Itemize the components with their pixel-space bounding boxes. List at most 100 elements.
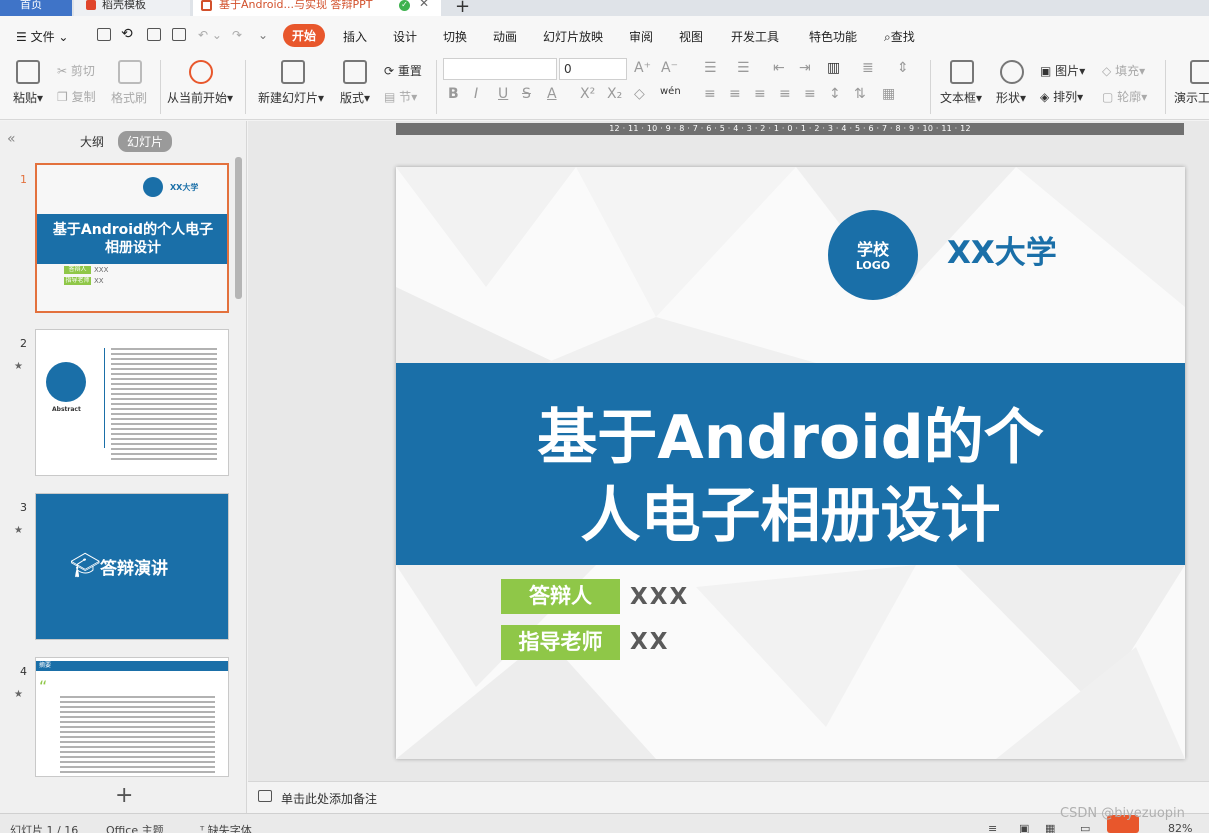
bold-icon[interactable]: B (448, 86, 459, 102)
animation-star-icon: ★ (14, 361, 23, 372)
align-right-icon[interactable]: ≡ (754, 86, 766, 102)
menu-tab-transition[interactable]: 切换 (443, 28, 467, 45)
panel-scrollbar[interactable] (235, 157, 242, 299)
tab-home[interactable]: 首页 (0, 0, 72, 16)
menu-tab-animation[interactable]: 动画 (493, 28, 517, 45)
menu-tab-home[interactable]: 开始 (283, 24, 326, 47)
italic-icon[interactable]: I (474, 86, 478, 102)
text-direction-icon[interactable]: ⇕ (897, 60, 909, 76)
align-left-icon[interactable]: ≡ (704, 86, 716, 102)
slide-thumbnail-2[interactable]: Abstract (35, 329, 229, 476)
text-box-icon (950, 60, 974, 84)
school-logo: 学校 LOGO (828, 210, 918, 300)
normal-view-icon[interactable]: ▣ (1019, 822, 1029, 833)
layout-button[interactable]: 版式▾ (340, 89, 370, 106)
print-icon[interactable] (147, 28, 161, 41)
font-color-icon[interactable]: A (547, 86, 557, 102)
format-painter-button[interactable]: 格式刷 (111, 89, 147, 106)
decrease-indent-icon[interactable]: ⇤ (773, 60, 785, 76)
font-size-select[interactable]: 0 (559, 58, 627, 80)
menu-tab-insert[interactable]: 插入 (343, 28, 367, 45)
slide-panel: « 大纲 幻灯片 1 XX大学 基于Android的个人电子相册设计 答辩人 X… (0, 121, 247, 813)
arrange-label: 排列 (1053, 90, 1078, 104)
tab-templates[interactable]: 稻壳模板 (74, 0, 190, 16)
missing-font-button[interactable]: ᵀ 缺失字体 (200, 822, 252, 833)
undo-icon[interactable]: ↶ ⌄ (198, 28, 222, 42)
line-spacing-icon[interactable]: ≣ (862, 60, 874, 76)
columns-icon[interactable]: ▥ (827, 60, 840, 76)
zoom-level[interactable]: 82% (1168, 822, 1192, 833)
superscript-icon[interactable]: X² (580, 86, 595, 102)
search-menu[interactable]: ⌕查找 (884, 28, 915, 45)
picture-label: 图片 (1055, 64, 1080, 78)
slides-view-tab[interactable]: 幻灯片 (118, 131, 173, 152)
font-family-select[interactable] (443, 58, 557, 80)
picture-button[interactable]: ▣ 图片▾ (1040, 62, 1085, 79)
decrease-font-icon[interactable]: A⁻ (661, 60, 678, 76)
clear-format-icon[interactable]: ◇ (634, 86, 645, 102)
fill-button[interactable]: ◇ 填充▾ (1102, 62, 1145, 79)
collapse-panel-icon[interactable]: « (7, 131, 16, 147)
slide-thumbnail-1[interactable]: XX大学 基于Android的个人电子相册设计 答辩人 XXX 指导老师 XX (35, 163, 229, 313)
increase-font-icon[interactable]: A⁺ (634, 60, 651, 76)
close-tab-icon[interactable]: ✕ (419, 0, 429, 9)
export-icon[interactable]: ⟲ (121, 26, 133, 42)
ribbon-divider (245, 60, 246, 114)
new-tab-button[interactable]: + (455, 0, 470, 17)
reading-view-icon[interactable]: ▭ (1080, 822, 1090, 833)
copy-button[interactable]: ❐ 复制 (57, 88, 96, 105)
paragraph-spacing-icon[interactable]: ↕ (829, 86, 841, 102)
tab-document[interactable]: 基于Android...与实现 答辩PPT ✓ ✕ (193, 0, 441, 16)
reset-button[interactable]: ⟳ 重置 (384, 62, 422, 79)
reset-icon: ⟳ (384, 64, 395, 78)
play-from-current-button[interactable]: 从当前开始▾ (167, 89, 233, 106)
text-align-icon[interactable]: ⇅ (854, 86, 866, 102)
cut-button[interactable]: ✂ 剪切 (57, 62, 95, 79)
current-slide[interactable]: 学校 LOGO XX大学 基于Android的个 人电子相册设计 答辩人 XXX… (396, 167, 1185, 759)
menu-tab-developer[interactable]: 开发工具 (731, 28, 779, 45)
paste-button[interactable]: 粘贴▾ (13, 89, 43, 106)
text-box-button[interactable]: 文本框▾ (940, 89, 982, 106)
save-icon[interactable] (97, 28, 111, 41)
arrange-button[interactable]: ◈ 排列▾ (1040, 88, 1083, 105)
theme-name[interactable]: Office 主题 (106, 822, 164, 833)
notes-toggle-icon[interactable]: ≡ (988, 822, 997, 833)
sorter-view-icon[interactable]: ▦ (1045, 822, 1055, 833)
menu-tab-review[interactable]: 审阅 (629, 28, 653, 45)
menu-tab-slideshow[interactable]: 幻灯片放映 (543, 28, 603, 45)
menu-tab-features[interactable]: 特色功能 (809, 28, 857, 45)
ribbon-toolbar: 粘贴▾ ✂ 剪切 ❐ 复制 格式刷 从当前开始▾ 新建幻灯片▾ 版式▾ ⟳ 重置… (0, 54, 1209, 120)
print-preview-icon[interactable] (172, 28, 186, 41)
menu-tab-design[interactable]: 设计 (393, 28, 417, 45)
phonetic-guide-icon[interactable]: wén (660, 86, 681, 97)
cut-label: 剪切 (70, 64, 95, 78)
outline-view-tab[interactable]: 大纲 (80, 133, 104, 150)
underline-icon[interactable]: U (498, 86, 508, 102)
redo-icon[interactable]: ↷ (232, 28, 242, 42)
customize-quick-access-icon[interactable]: ⌄ (258, 28, 268, 42)
defender-value: XXX (630, 584, 690, 610)
slide-thumbnail-4[interactable]: 摘要 “ (35, 657, 229, 777)
file-menu[interactable]: ☰ 文件 ⌄ (16, 28, 68, 45)
numbered-list-icon[interactable]: ☰ (737, 60, 750, 76)
align-center-icon[interactable]: ≡ (729, 86, 741, 102)
new-slide-button[interactable]: 新建幻灯片▾ (258, 89, 324, 106)
notes-placeholder[interactable]: 单击此处添加备注 (281, 790, 377, 807)
smart-art-icon[interactable]: ▦ (882, 86, 895, 102)
ribbon-divider (1165, 60, 1166, 114)
presentation-tool-button[interactable]: 演示工 (1174, 89, 1209, 106)
section-button[interactable]: ▤ 节▾ (384, 88, 417, 105)
menu-tab-view[interactable]: 视图 (679, 28, 703, 45)
subscript-icon[interactable]: X₂ (607, 86, 622, 102)
strikethrough-icon[interactable]: S (522, 86, 531, 102)
thumb-body-text (60, 696, 215, 774)
distribute-icon[interactable]: ≡ (804, 86, 816, 102)
bullet-list-icon[interactable]: ☰ (704, 60, 717, 76)
animation-star-icon: ★ (14, 525, 23, 536)
justify-icon[interactable]: ≡ (779, 86, 791, 102)
add-slide-button[interactable]: + (115, 783, 133, 808)
increase-indent-icon[interactable]: ⇥ (799, 60, 811, 76)
slide-thumbnail-3[interactable]: 🎓︎ 答辩演讲 (35, 493, 229, 640)
outline-button[interactable]: ▢ 轮廓▾ (1102, 88, 1147, 105)
shape-button[interactable]: 形状▾ (996, 89, 1026, 106)
